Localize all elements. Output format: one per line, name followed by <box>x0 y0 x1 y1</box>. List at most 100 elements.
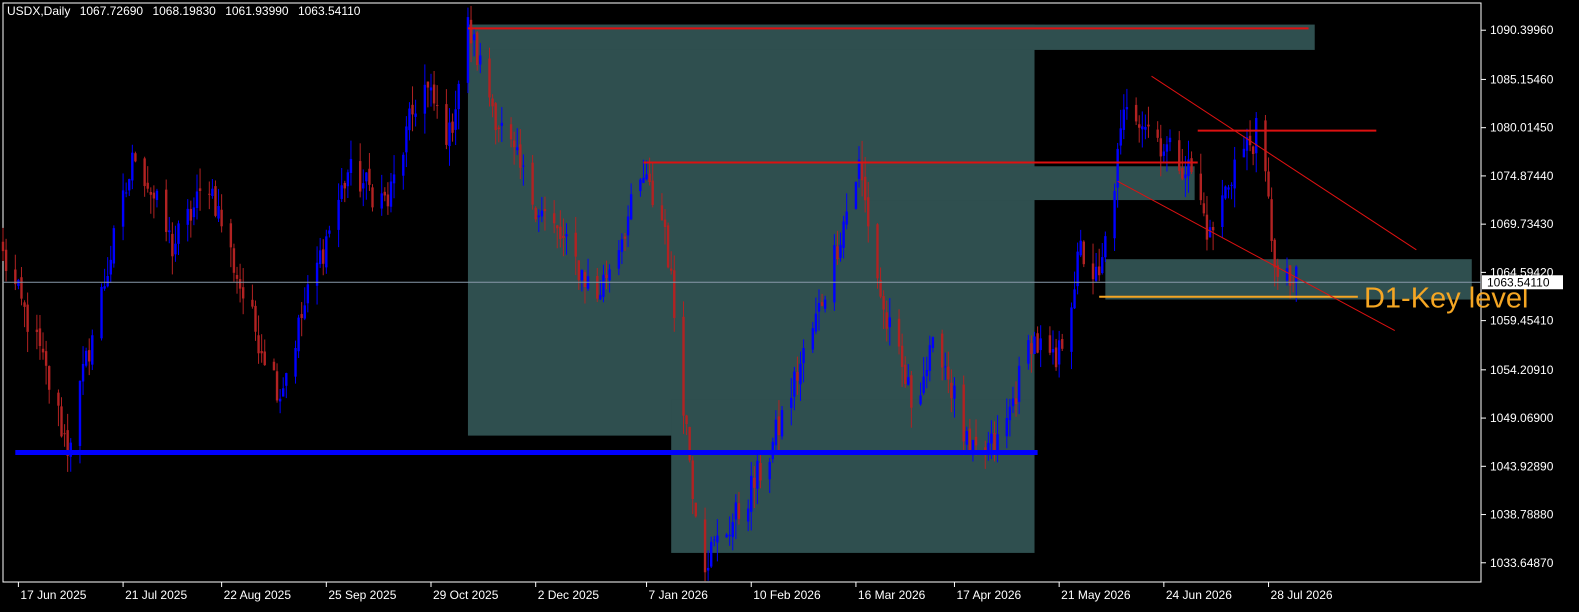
candle-body <box>971 439 975 450</box>
candle-body <box>112 228 116 264</box>
candle-body <box>669 268 673 271</box>
y-tick-label: 1033.64870 <box>1490 556 1554 570</box>
candle-body <box>195 191 199 208</box>
candle-body <box>488 58 491 98</box>
candle-body <box>229 223 233 248</box>
candle-body <box>131 152 134 181</box>
candle-body <box>1048 335 1052 353</box>
candle-body <box>559 226 562 239</box>
candle-body <box>1008 406 1012 421</box>
candle-body <box>1027 340 1030 364</box>
candle-body <box>565 234 568 237</box>
candle-body <box>990 433 993 444</box>
candle-body <box>1205 214 1209 240</box>
candle-body <box>516 147 519 151</box>
candle-body <box>1119 128 1122 146</box>
candle-body <box>217 206 220 219</box>
candle-body <box>925 369 928 377</box>
symbol-label: USDX,Daily <box>7 4 71 18</box>
candle-body <box>285 373 288 386</box>
candle-body <box>1091 263 1095 280</box>
candle-body <box>682 316 685 416</box>
candle-body <box>790 397 793 409</box>
candle-body <box>1233 159 1236 189</box>
candle-body <box>1051 349 1055 353</box>
candle-body <box>919 395 922 405</box>
current-price-label: 1063.54110 <box>1487 275 1550 289</box>
candle-body <box>408 108 411 131</box>
candle-body <box>639 179 642 192</box>
candle-body <box>17 279 20 286</box>
candle-body <box>1255 118 1258 154</box>
candle-body <box>839 244 842 258</box>
candle-body <box>540 210 544 217</box>
candle-body <box>186 208 189 225</box>
candle-body <box>1178 140 1181 171</box>
x-tick-label: 2 Dec 2025 <box>538 588 600 602</box>
candle-body <box>522 165 525 167</box>
y-tick-label: 1085.15460 <box>1490 72 1554 86</box>
candle-body <box>1079 240 1082 256</box>
candle-body <box>1073 289 1076 309</box>
candle-body <box>1113 190 1116 239</box>
price-chart[interactable]: D1-Key level1090.399601085.154601080.014… <box>0 0 1579 612</box>
candle-body <box>35 329 39 333</box>
candle-body <box>543 208 547 212</box>
candle-body <box>1070 307 1073 352</box>
candle-body <box>1122 109 1126 130</box>
candle-body <box>1017 365 1021 402</box>
candle-body <box>716 535 719 543</box>
candle-body <box>556 225 559 229</box>
candle-body <box>663 219 667 228</box>
candle-body <box>1211 226 1215 231</box>
candle-body <box>753 477 756 488</box>
candle-body <box>780 410 784 437</box>
candle-body <box>78 380 82 446</box>
candle-body <box>208 193 211 195</box>
candle-body <box>282 388 285 397</box>
x-tick-label: 10 Feb 2026 <box>753 588 821 602</box>
y-tick-label: 1049.06900 <box>1490 411 1554 425</box>
candle-body <box>392 174 396 184</box>
candle-body <box>1227 187 1230 190</box>
y-tick-label: 1069.73430 <box>1490 217 1554 231</box>
candle-body <box>328 230 331 234</box>
candle-body <box>706 567 710 571</box>
candle-body <box>1134 104 1138 122</box>
candle-body <box>1273 239 1276 268</box>
candle-body <box>238 279 242 289</box>
candle-body <box>251 299 254 307</box>
candle-body <box>340 185 343 199</box>
y-tick-label: 1080.01450 <box>1490 121 1554 135</box>
candle-body <box>1199 173 1202 201</box>
candle-body <box>445 104 448 145</box>
candle-body <box>1144 126 1147 130</box>
candle-body <box>220 209 223 227</box>
x-tick-label: 25 Sep 2025 <box>328 588 396 602</box>
candle-body <box>475 32 479 66</box>
candle-body <box>1202 203 1206 214</box>
candle-body <box>823 299 827 309</box>
candle-body <box>211 188 214 196</box>
candle-body <box>81 363 85 382</box>
trend-line-6 <box>1117 180 1396 331</box>
candle-body <box>134 153 137 162</box>
candle-body <box>962 384 965 442</box>
x-tick-label: 17 Jun 2025 <box>20 588 86 602</box>
candle-body <box>728 534 731 537</box>
candle-body <box>362 183 365 189</box>
candle-body <box>648 173 651 183</box>
candle-body <box>907 377 910 385</box>
candle-body <box>519 144 522 168</box>
candle-body <box>23 302 26 307</box>
candle-body <box>44 351 48 366</box>
candle-body <box>1270 199 1273 241</box>
candle-body <box>272 361 276 371</box>
candle-body <box>759 462 762 481</box>
candle-body <box>1264 120 1267 172</box>
candle-body <box>965 430 968 445</box>
candle-body <box>174 243 177 255</box>
candle-body <box>171 233 174 257</box>
candle-body <box>124 192 128 194</box>
candle-body <box>1162 151 1166 156</box>
